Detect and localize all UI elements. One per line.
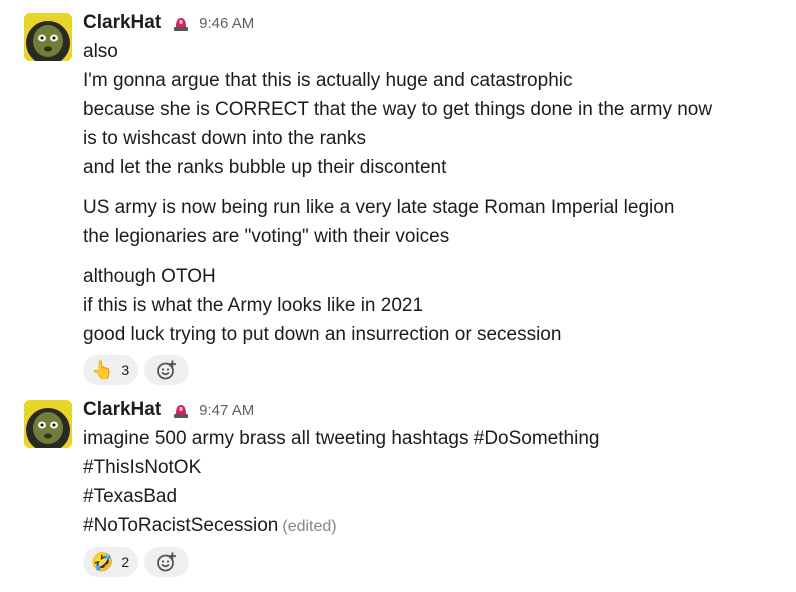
message-line: is to wishcast down into the ranks bbox=[83, 128, 367, 149]
message-line: because she is CORRECT that the way to g… bbox=[83, 99, 713, 120]
avatar[interactable] bbox=[24, 400, 72, 448]
reaction-pill[interactable]: 👆 3 bbox=[83, 355, 139, 385]
timestamp[interactable]: 9:47 AM bbox=[199, 402, 254, 419]
message-line: imagine 500 army brass all tweeting hash… bbox=[83, 428, 600, 449]
message-header: ClarkHat 9:47 AM bbox=[83, 396, 796, 424]
message: ClarkHat 9:46 AM also I'm gonna argue th… bbox=[0, 0, 796, 385]
message-line: and let the ranks bubble up their discon… bbox=[83, 157, 447, 178]
avatar[interactable] bbox=[24, 13, 72, 61]
rotating-light-icon[interactable] bbox=[171, 13, 191, 33]
message-line: #ThisIsNotOK bbox=[83, 457, 202, 478]
avatar-image bbox=[24, 13, 72, 61]
message-line-text: #NoToRacistSecession bbox=[83, 515, 279, 536]
reaction-count: 2 bbox=[121, 554, 130, 570]
message-line: also bbox=[83, 41, 118, 62]
avatar-image bbox=[24, 400, 72, 448]
point-up-icon: 👆 bbox=[91, 360, 114, 380]
message-line: although OTOH bbox=[83, 266, 216, 287]
add-reaction-button[interactable] bbox=[144, 547, 190, 577]
reactions-bar: 🤣 2 bbox=[83, 547, 796, 577]
rolling-laughing-icon: 🤣 bbox=[91, 552, 114, 572]
edited-label: (edited) bbox=[282, 518, 337, 535]
add-reaction-icon bbox=[156, 360, 176, 380]
message-line: #NoToRacistSecession (edited) bbox=[83, 511, 796, 541]
author-name[interactable]: ClarkHat bbox=[83, 12, 161, 34]
message-line: good luck trying to put down an insurrec… bbox=[83, 324, 562, 345]
message: ClarkHat 9:47 AM imagine 500 army brass … bbox=[0, 396, 796, 577]
rotating-light-icon[interactable] bbox=[171, 400, 191, 420]
message-line: #TexasBad bbox=[83, 486, 178, 507]
message-body: also I'm gonna argue that this is actual… bbox=[83, 37, 796, 349]
message-line: if this is what the Army looks like in 2… bbox=[83, 295, 424, 316]
author-name[interactable]: ClarkHat bbox=[83, 399, 161, 421]
message-line: I'm gonna argue that this is actually hu… bbox=[83, 70, 573, 91]
reactions-bar: 👆 3 bbox=[83, 355, 796, 385]
message-body: imagine 500 army brass all tweeting hash… bbox=[83, 424, 796, 541]
reaction-count: 3 bbox=[121, 362, 130, 378]
add-reaction-button[interactable] bbox=[144, 355, 190, 385]
message-header: ClarkHat 9:46 AM bbox=[83, 9, 796, 37]
message-line: US army is now being run like a very lat… bbox=[83, 197, 675, 218]
reaction-pill[interactable]: 🤣 2 bbox=[83, 547, 139, 577]
timestamp[interactable]: 9:46 AM bbox=[199, 15, 254, 32]
message-line: the legionaries are "voting" with their … bbox=[83, 226, 450, 247]
add-reaction-icon bbox=[156, 552, 176, 572]
